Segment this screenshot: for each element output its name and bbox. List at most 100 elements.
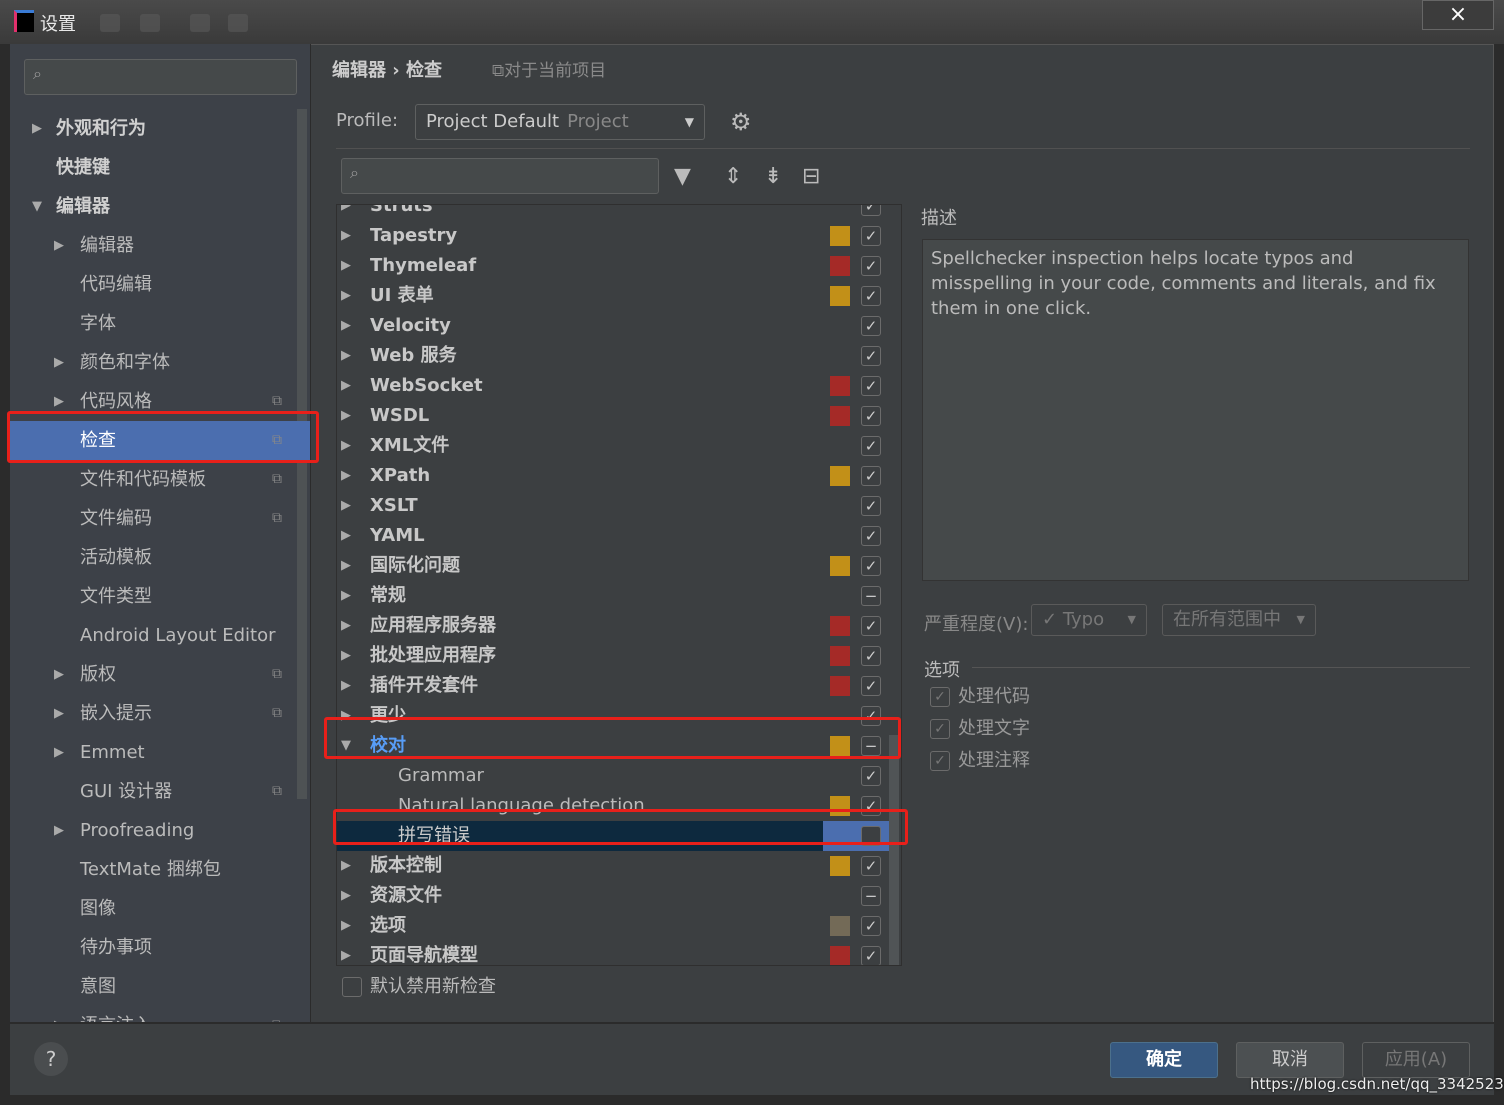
tree-row[interactable]: ▶ WebSocket ✓ (337, 371, 889, 401)
enable-checkbox[interactable]: ✓ (861, 526, 881, 546)
tree-row[interactable]: ▶ UI 表单 ✓ (337, 281, 889, 311)
enable-checkbox[interactable]: ✓ (861, 646, 881, 666)
profile-select[interactable]: Project Default Project ▼ (415, 104, 705, 140)
sidebar-item[interactable]: 文件和代码模板 ⧉ (10, 460, 310, 499)
sidebar-item[interactable]: 文件编码 ⧉ (10, 499, 310, 538)
chevron-right-icon[interactable]: ▶ (341, 611, 351, 641)
chevron-right-icon[interactable]: ▶ (341, 251, 351, 281)
chevron-right-icon[interactable]: ▶ (341, 491, 351, 521)
enable-checkbox[interactable]: ✓ (861, 256, 881, 276)
chevron-right-icon[interactable]: ▶ (341, 671, 351, 701)
enable-checkbox[interactable]: ✓ (861, 286, 881, 306)
ok-button[interactable]: 确定 (1110, 1042, 1218, 1078)
reset-icon[interactable]: ⊟ (802, 164, 820, 189)
chevron-right-icon[interactable]: ▶ (54, 694, 64, 733)
tree-row[interactable]: ▶ 资源文件 − (337, 881, 889, 911)
enable-checkbox[interactable]: − (861, 886, 881, 906)
sidebar-item[interactable]: Android Layout Editor (10, 616, 310, 655)
enable-checkbox[interactable]: ✓ (861, 205, 881, 216)
sidebar-item[interactable]: ▶ 嵌入提示 ⧉ (10, 694, 310, 733)
sidebar-item[interactable]: 文件类型 (10, 577, 310, 616)
enable-checkbox[interactable]: ✓ (861, 556, 881, 576)
chevron-right-icon[interactable]: ▶ (341, 401, 351, 431)
chevron-right-icon[interactable]: ▶ (341, 311, 351, 341)
chevron-right-icon[interactable]: ▶ (341, 431, 351, 461)
help-button[interactable]: ? (34, 1042, 68, 1076)
sidebar-item[interactable]: 快捷键 (10, 148, 310, 187)
enable-checkbox[interactable]: ✓ (861, 466, 881, 486)
enable-checkbox[interactable]: ✓ (861, 316, 881, 336)
tree-row[interactable]: ▶ Thymeleaf ✓ (337, 251, 889, 281)
enable-checkbox[interactable]: ✓ (861, 766, 881, 786)
chevron-right-icon[interactable]: ▶ (54, 655, 64, 694)
chevron-right-icon[interactable]: ▶ (341, 341, 351, 371)
chevron-right-icon[interactable]: ▶ (341, 581, 351, 611)
enable-checkbox[interactable]: ✓ (861, 616, 881, 636)
tree-row[interactable]: ▶ 插件开发套件 ✓ (337, 671, 889, 701)
sidebar-item[interactable]: ▶ 外观和行为 (10, 109, 310, 148)
tree-row[interactable]: ▶ 选项 ✓ (337, 911, 889, 941)
filter-icon[interactable]: ▼ (674, 164, 691, 189)
tree-scrollbar[interactable] (889, 735, 899, 965)
sidebar-item[interactable]: 字体 (10, 304, 310, 343)
checkbox[interactable]: ✓ (930, 687, 950, 707)
tree-row[interactable]: ▶ 应用程序服务器 ✓ (337, 611, 889, 641)
enable-checkbox[interactable]: ✓ (861, 916, 881, 936)
chevron-down-icon[interactable]: ▼ (32, 187, 42, 226)
chevron-right-icon[interactable]: ▶ (341, 221, 351, 251)
sidebar-item[interactable]: 代码编辑 (10, 265, 310, 304)
chevron-right-icon[interactable]: ▶ (341, 911, 351, 941)
chevron-right-icon[interactable]: ▶ (341, 521, 351, 551)
sidebar-item[interactable]: ▶ Emmet (10, 733, 310, 772)
tree-row[interactable]: ▶ XSLT ✓ (337, 491, 889, 521)
tree-row[interactable]: ▶ YAML ✓ (337, 521, 889, 551)
gear-icon[interactable]: ⚙ (730, 108, 752, 136)
chevron-right-icon[interactable]: ▶ (54, 733, 64, 772)
enable-checkbox[interactable]: − (861, 586, 881, 606)
sidebar-item[interactable]: ▼ 编辑器 (10, 187, 310, 226)
sidebar-item[interactable]: 图像 (10, 889, 310, 928)
chevron-right-icon[interactable]: ▶ (341, 461, 351, 491)
sidebar-search-input[interactable]: ⌕ (24, 59, 297, 95)
checkbox[interactable] (342, 977, 362, 997)
option-process-comments[interactable]: ✓ 处理注释 (930, 746, 1030, 772)
sidebar-item[interactable]: ▶ 编辑器 (10, 226, 310, 265)
apply-button[interactable]: 应用(A) (1362, 1042, 1470, 1078)
chevron-right-icon[interactable]: ▶ (54, 226, 64, 265)
enable-checkbox[interactable]: ✓ (861, 436, 881, 456)
expand-all-icon[interactable]: ⇕ (724, 164, 742, 189)
tree-row[interactable]: ▶ 批处理应用程序 ✓ (337, 641, 889, 671)
enable-checkbox[interactable]: ✓ (861, 676, 881, 696)
chevron-right-icon[interactable]: ▶ (341, 941, 351, 965)
chevron-right-icon[interactable]: ▶ (54, 1006, 64, 1022)
enable-checkbox[interactable]: ✓ (861, 226, 881, 246)
option-process-code[interactable]: ✓ 处理代码 (930, 682, 1030, 708)
enable-checkbox[interactable]: ✓ (861, 496, 881, 516)
checkbox[interactable]: ✓ (930, 719, 950, 739)
sidebar-item[interactable]: 意图 (10, 967, 310, 1006)
chevron-right-icon[interactable]: ▶ (54, 811, 64, 850)
tree-row[interactable]: ▶ 页面导航模型 ✓ (337, 941, 889, 965)
tree-row[interactable]: ▶ XML文件 ✓ (337, 431, 889, 461)
enable-checkbox[interactable]: ✓ (861, 406, 881, 426)
tree-row[interactable]: ▶ 国际化问题 ✓ (337, 551, 889, 581)
chevron-right-icon[interactable]: ▶ (341, 851, 351, 881)
sidebar-item[interactable]: ▶ 颜色和字体 (10, 343, 310, 382)
tree-row[interactable]: ▶ Velocity ✓ (337, 311, 889, 341)
cancel-button[interactable]: 取消 (1236, 1042, 1344, 1078)
chevron-right-icon[interactable]: ▶ (341, 551, 351, 581)
close-button[interactable]: × (1422, 0, 1494, 30)
option-process-text[interactable]: ✓ 处理文字 (930, 714, 1030, 740)
scope-select[interactable]: 在所有范围中 ▼ (1162, 604, 1316, 636)
tree-row[interactable]: Grammar ✓ (337, 761, 889, 791)
enable-checkbox[interactable]: ✓ (861, 946, 881, 965)
tree-row[interactable]: ▶ XPath ✓ (337, 461, 889, 491)
chevron-right-icon[interactable]: ▶ (54, 343, 64, 382)
chevron-right-icon[interactable]: ▶ (341, 881, 351, 911)
tree-row[interactable]: ▶ WSDL ✓ (337, 401, 889, 431)
severity-select[interactable]: ✓ Typo ▼ (1031, 604, 1147, 636)
sidebar-item[interactable]: 活动模板 (10, 538, 310, 577)
sidebar-item[interactable]: ▶ 版权 ⧉ (10, 655, 310, 694)
disable-new-inspections-checkbox[interactable]: 默认禁用新检查 (342, 972, 496, 998)
tree-row[interactable]: ▶ 版本控制 ✓ (337, 851, 889, 881)
